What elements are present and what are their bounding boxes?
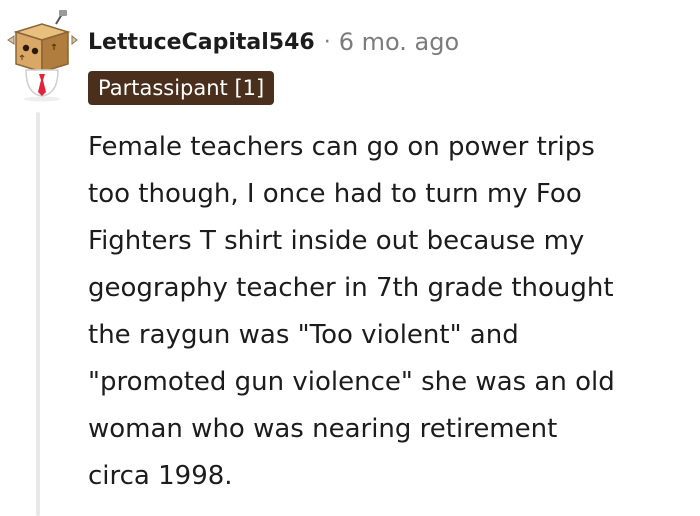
comment-header: LettuceCapital546 · 6 mo. ago: [88, 24, 459, 60]
user-flair-badge: Partassipant [1]: [88, 71, 275, 105]
comment: LettuceCapital546 · 6 mo. ago Partassipa…: [0, 0, 700, 516]
thread-collapse-line[interactable]: [36, 112, 40, 516]
snoo-box-head-avatar-icon: [7, 10, 78, 102]
comment-timestamp[interactable]: 6 mo. ago: [339, 28, 459, 56]
comment-body: Female teachers can go on power trips to…: [88, 132, 615, 491]
comment-author-link[interactable]: LettuceCapital546: [88, 30, 315, 55]
user-avatar[interactable]: [6, 10, 78, 102]
meta-separator: ·: [323, 29, 331, 55]
